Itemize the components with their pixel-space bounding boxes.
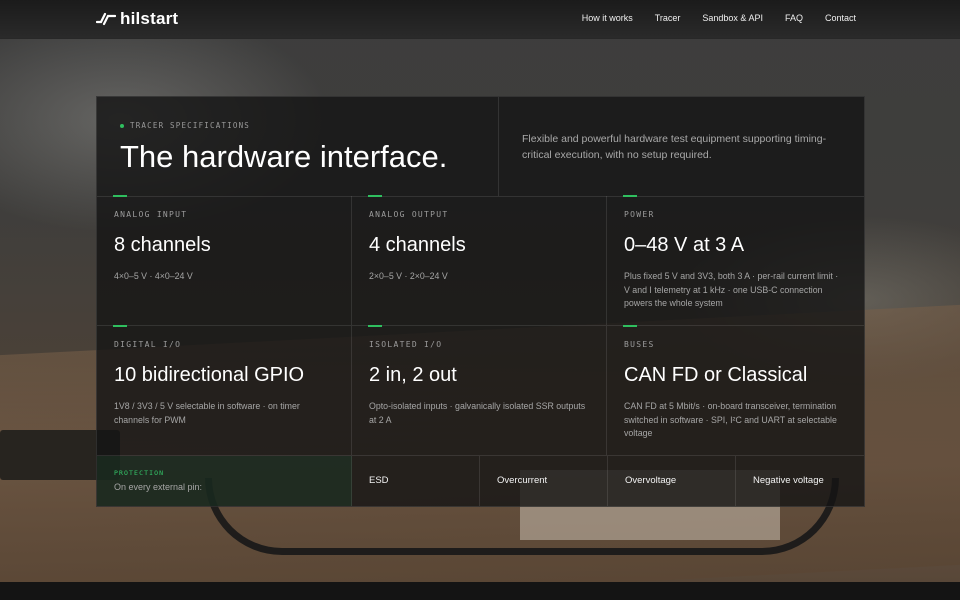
spec-label: ANALOG OUTPUT	[369, 210, 449, 219]
spec-card-power: POWER 0–48 V at 3 A Plus fixed 5 V and 3…	[607, 195, 864, 326]
protection-subtitle: On every external pin:	[114, 482, 203, 492]
spec-card-analog-output: ANALOG OUTPUT 4 channels 2×0–5 V · 2×0–2…	[352, 195, 607, 326]
card-accent	[623, 195, 637, 197]
spec-value: 0–48 V at 3 A	[624, 234, 745, 256]
protection-item-negative-voltage: Negative voltage	[753, 475, 824, 486]
spec-detail: Opto-isolated inputs · galvanically isol…	[369, 401, 586, 425]
nav-how-it-works[interactable]: How it works	[582, 13, 633, 23]
spec-card-analog-input: ANALOG INPUT 8 channels 4×0–5 V · 4×0–24…	[97, 195, 352, 326]
main-nav: How it works Tracer Sandbox & API FAQ Co…	[582, 13, 856, 23]
spec-card-digital-io: DIGITAL I/O 10 bidirectional GPIO 1V8 / …	[97, 325, 352, 456]
hero-left: TRACER SPECIFICATIONS The hardware inter…	[97, 97, 499, 196]
spec-label: ANALOG INPUT	[114, 210, 188, 219]
protection-item-overvoltage: Overvoltage	[608, 456, 736, 506]
brand-name: hilstart	[120, 9, 179, 28]
spec-hero: TRACER SPECIFICATIONS The hardware inter…	[97, 97, 864, 197]
page-title: The hardware interface.	[120, 139, 448, 174]
spec-detail: Plus fixed 5 V and 3V3, both 3 A · per-r…	[624, 271, 839, 308]
spec-value: 4 channels	[369, 234, 466, 256]
footer-band	[0, 582, 960, 600]
card-accent	[113, 195, 127, 197]
site-header: hilstart How it works Tracer Sandbox & A…	[0, 0, 960, 39]
card-accent	[623, 325, 637, 327]
protection-tag: PROTECTION	[114, 469, 165, 477]
hero-description: Flexible and powerful hardware test equi…	[522, 133, 827, 161]
spec-detail: CAN FD at 5 Mbit/s · on-board transceive…	[624, 401, 837, 438]
spec-detail: 1V8 / 3V3 / 5 V selectable in software ·…	[114, 401, 300, 425]
eyebrow-label: TRACER SPECIFICATIONS	[130, 121, 251, 130]
spec-value: 10 bidirectional GPIO	[114, 364, 305, 386]
spec-value: 8 channels	[114, 234, 211, 256]
spec-label: BUSES	[624, 340, 655, 349]
hero-eyebrow: TRACER SPECIFICATIONS	[120, 121, 250, 130]
slash-waveform-icon	[96, 12, 116, 26]
status-dot-icon	[120, 123, 124, 128]
specifications-panel: TRACER SPECIFICATIONS The hardware inter…	[96, 96, 865, 507]
card-accent	[368, 325, 382, 327]
spec-card-buses: BUSES CAN FD or Classical CAN FD at 5 Mb…	[607, 325, 864, 456]
protection-item-overcurrent: Overcurrent	[480, 456, 608, 506]
spec-label: POWER	[624, 210, 655, 219]
card-accent	[368, 195, 382, 197]
nav-tracer[interactable]: Tracer	[655, 13, 681, 23]
spec-detail: 2×0–5 V · 2×0–24 V	[369, 271, 448, 281]
protection-header: PROTECTION On every external pin:	[97, 456, 352, 506]
nav-contact[interactable]: Contact	[825, 13, 856, 23]
nav-sandbox-api[interactable]: Sandbox & API	[702, 13, 763, 23]
spec-label: ISOLATED I/O	[369, 340, 443, 349]
card-accent	[113, 325, 127, 327]
spec-card-isolated-io: ISOLATED I/O 2 in, 2 out Opto-isolated i…	[352, 325, 607, 456]
spec-value: 2 in, 2 out	[369, 364, 457, 386]
brand-logo[interactable]: hilstart	[96, 9, 178, 29]
spec-label: DIGITAL I/O	[114, 340, 182, 349]
nav-faq[interactable]: FAQ	[785, 13, 803, 23]
protection-row: PROTECTION On every external pin: ESD Ov…	[97, 456, 864, 506]
protection-item-esd: ESD	[352, 456, 480, 506]
spec-value: CAN FD or Classical	[624, 364, 808, 386]
spec-detail: 4×0–5 V · 4×0–24 V	[114, 271, 193, 281]
